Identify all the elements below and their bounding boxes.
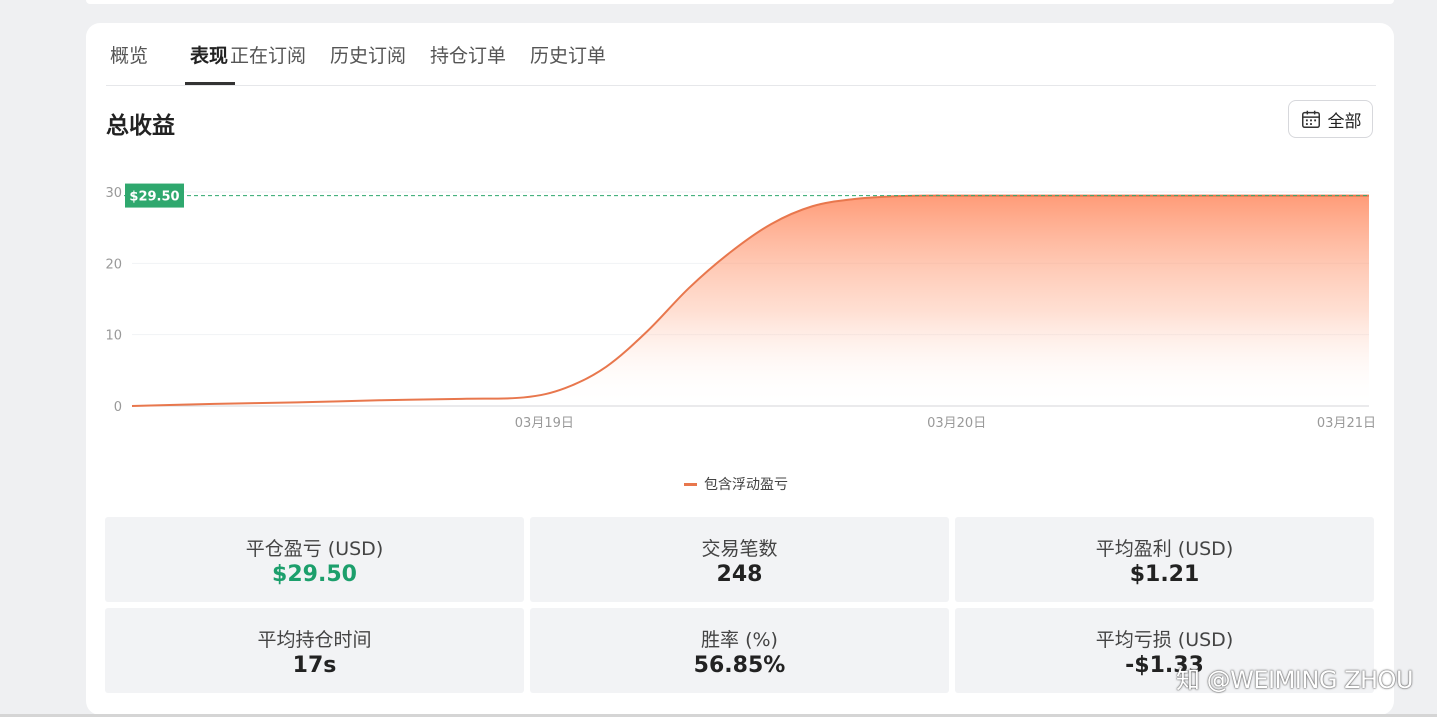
tab-active-subscriptions[interactable]: 正在订阅 xyxy=(230,41,306,68)
date-range-label: 全部 xyxy=(1327,111,1362,132)
stat-label: 交易笔数 xyxy=(701,538,778,560)
legend-swatch xyxy=(684,482,697,486)
stat-avg-profit: 平均盈利 (USD) $1.21 xyxy=(955,517,1374,602)
active-tab-indicator xyxy=(185,82,235,85)
y-tick-label: 0 xyxy=(114,400,122,415)
y-tick-label: 30 xyxy=(105,186,122,201)
stat-value: 17s xyxy=(292,653,337,678)
stat-win-rate: 胜率 (%) 56.85% xyxy=(530,608,949,693)
stat-label: 平均持仓时间 xyxy=(257,629,372,651)
y-tick-label: 20 xyxy=(105,257,122,272)
stat-avg-hold-time: 平均持仓时间 17s xyxy=(105,608,524,693)
stat-value: $1.21 xyxy=(1129,562,1200,587)
tab-performance[interactable]: 表现 xyxy=(190,41,228,68)
x-tick-label: 03月21日 xyxy=(1317,416,1376,431)
tab-history-subscriptions[interactable]: 历史订阅 xyxy=(330,41,406,68)
series-area xyxy=(132,195,1369,406)
total-return-chart: 0 10 20 30 03月19日 03月20日 03月21日 $29.50 xyxy=(105,183,1376,431)
stat-value: 248 xyxy=(716,562,763,587)
stat-closed-pnl: 平仓盈亏 (USD) $29.50 xyxy=(105,517,524,602)
stat-label: 胜率 (%) xyxy=(701,629,778,651)
chart-legend: 包含浮动盈亏 xyxy=(684,474,788,494)
x-tick-label: 03月19日 xyxy=(515,416,574,431)
stat-label: 平仓盈亏 (USD) xyxy=(245,538,384,560)
previous-card-edge xyxy=(86,0,1394,4)
watermark: 知 @WEIMING ZHOU xyxy=(1176,666,1414,694)
x-tick-label: 03月20日 xyxy=(927,416,986,431)
stat-value: $29.50 xyxy=(272,562,357,587)
tab-open-orders[interactable]: 持仓订单 xyxy=(430,41,506,68)
stat-label: 平均盈利 (USD) xyxy=(1095,538,1234,560)
stat-trade-count: 交易笔数 248 xyxy=(530,517,949,602)
stat-value: 56.85% xyxy=(693,653,786,678)
section-title: 总收益 xyxy=(106,113,175,139)
tab-overview[interactable]: 概览 xyxy=(110,41,148,68)
date-range-button[interactable]: 全部 xyxy=(1288,100,1373,138)
tab-history-orders[interactable]: 历史订单 xyxy=(530,41,606,68)
tab-bar: 概览 表现 正在订阅 历史订阅 持仓订单 历史订单 xyxy=(106,23,1376,86)
y-tick-label: 10 xyxy=(105,329,122,344)
performance-card: 概览 表现 正在订阅 历史订阅 持仓订单 历史订单 总收益 全部 0 10 20… xyxy=(86,23,1394,715)
stat-label: 平均亏损 (USD) xyxy=(1095,629,1234,651)
reference-badge-label: $29.50 xyxy=(129,190,179,205)
calendar-icon xyxy=(1301,110,1320,128)
legend-label: 包含浮动盈亏 xyxy=(704,477,788,493)
